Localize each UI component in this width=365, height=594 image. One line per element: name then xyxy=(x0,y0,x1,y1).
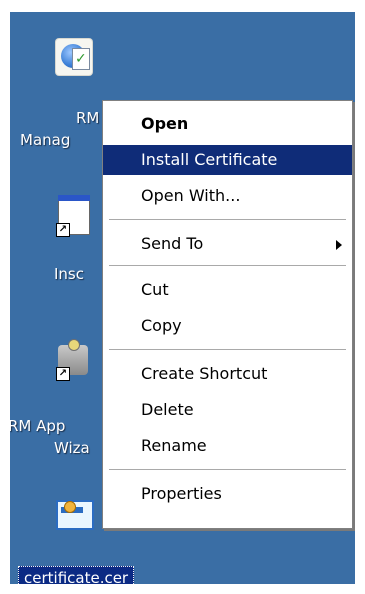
menu-item-send-to[interactable]: Send To xyxy=(103,229,352,259)
rm-app-wizard-label-line1[interactable]: RM App xyxy=(10,416,65,437)
menu-item-copy[interactable]: Copy xyxy=(103,311,352,341)
screenshot-frame: ✓ RM Manag ↗ Insc ↗ RM App Wiza certific… xyxy=(0,0,365,594)
submenu-arrow-icon xyxy=(336,240,342,250)
menu-item-open[interactable]: Open xyxy=(103,109,352,139)
shortcut-arrow-icon: ↗ xyxy=(56,367,70,381)
shortcut-arrow-icon: ↗ xyxy=(56,223,70,237)
rm-app-wizard-icon[interactable]: ↗ xyxy=(50,337,94,381)
rm-manager-icon[interactable]: ✓ xyxy=(52,36,94,78)
menu-item-cut[interactable]: Cut xyxy=(103,275,352,305)
menu-separator xyxy=(109,349,346,350)
menu-item-create-shortcut[interactable]: Create Shortcut xyxy=(103,359,352,389)
menu-separator xyxy=(109,219,346,220)
checkmark-icon: ✓ xyxy=(75,51,87,67)
ins-label[interactable]: Insc xyxy=(54,264,84,285)
window-titlebar xyxy=(58,195,90,201)
menu-item-delete[interactable]: Delete xyxy=(103,395,352,425)
wizard-dot-icon xyxy=(68,339,80,351)
rm-app-wizard-label-line2[interactable]: Wiza xyxy=(54,438,90,459)
certificate-file-icon[interactable] xyxy=(50,494,94,534)
certificate-seal-icon xyxy=(64,501,76,513)
rm-manager-label-line2[interactable]: Manag xyxy=(20,130,70,151)
menu-separator xyxy=(109,469,346,470)
ins-shortcut-icon[interactable]: ↗ xyxy=(50,192,94,237)
menu-item-open-with[interactable]: Open With... xyxy=(103,181,352,211)
menu-separator xyxy=(109,265,346,266)
rm-manager-label-line1[interactable]: RM xyxy=(76,108,99,129)
certificate-file-label[interactable]: certificate.cer xyxy=(18,566,135,584)
menu-item-install-certificate[interactable]: Install Certificate xyxy=(103,145,352,175)
desktop: ✓ RM Manag ↗ Insc ↗ RM App Wiza certific… xyxy=(10,12,355,584)
menu-item-properties[interactable]: Properties xyxy=(103,479,352,509)
context-menu: Open Install Certificate Open With... Se… xyxy=(102,100,353,529)
menu-item-send-to-label: Send To xyxy=(141,234,204,253)
menu-item-rename[interactable]: Rename xyxy=(103,431,352,461)
